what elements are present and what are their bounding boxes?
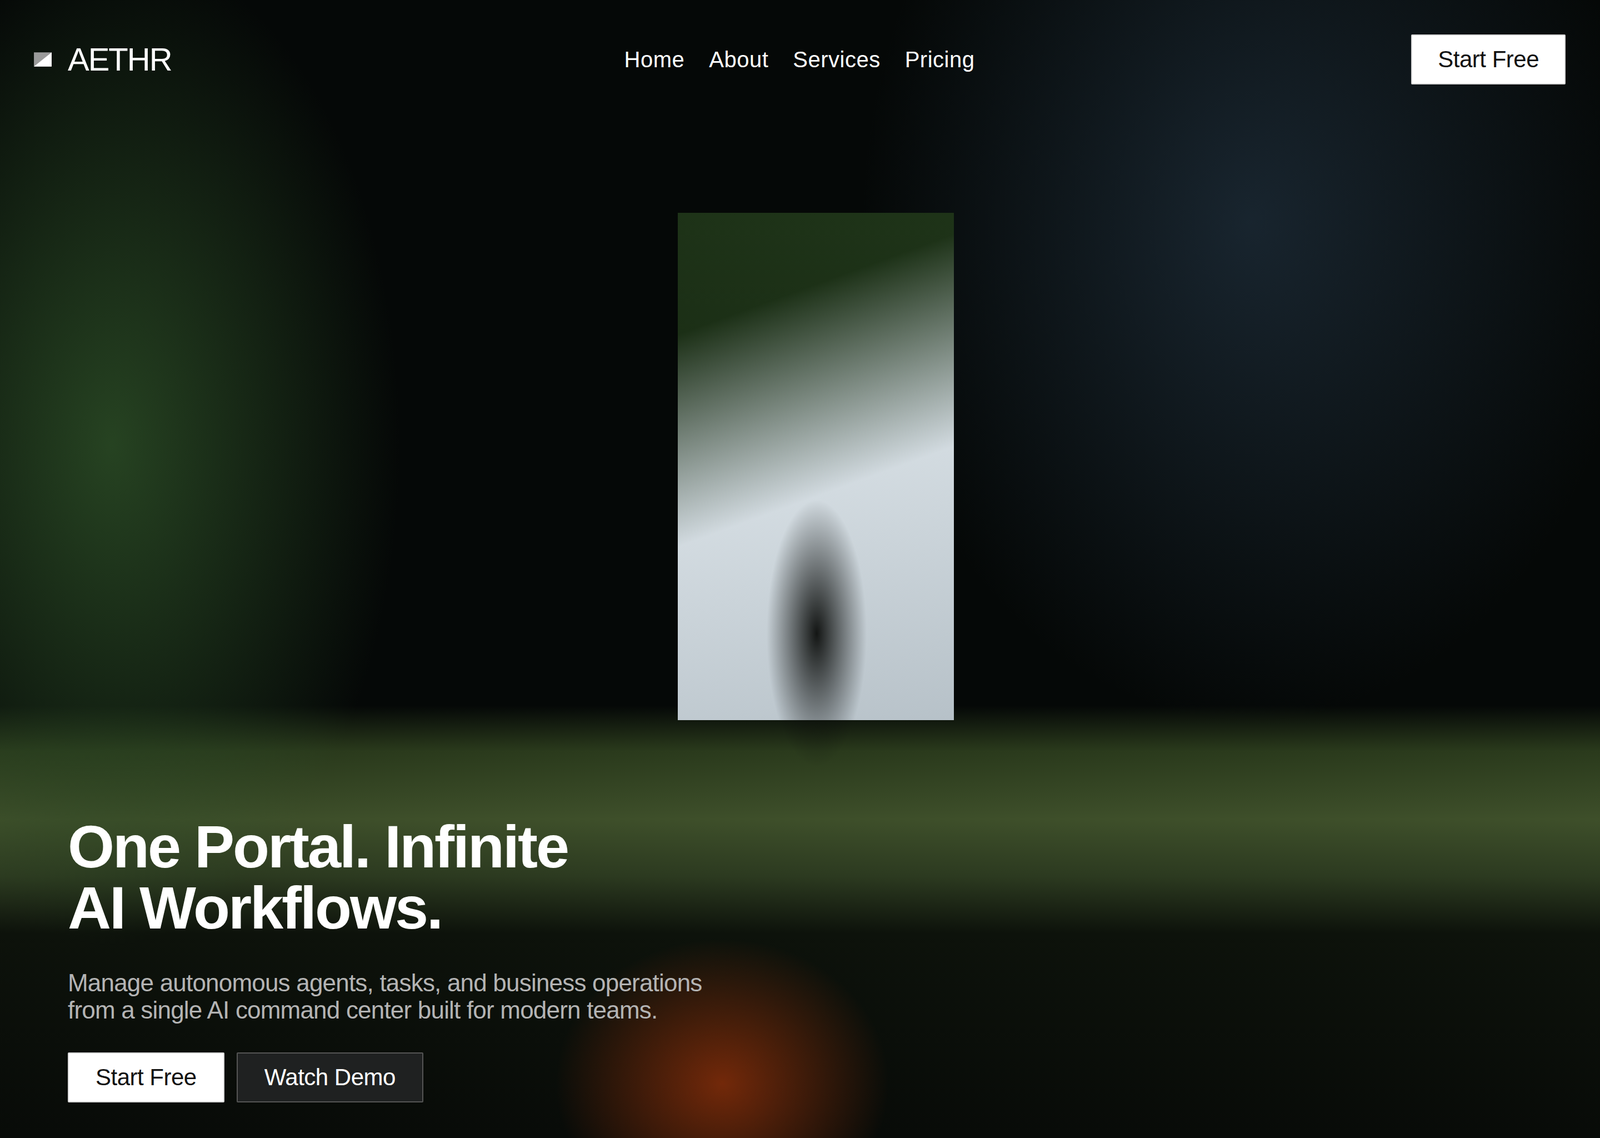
hero-subtitle-line: Manage autonomous agents, tasks, and bus…	[67, 969, 1566, 997]
nav-item[interactable]: About	[708, 47, 769, 73]
hero-subtitle-line: from a single AI command center built fo…	[67, 996, 1566, 1024]
watch-demo-button[interactable]: Watch Demo	[236, 1052, 424, 1103]
landing-page: AETHRHomeAboutServicesPricingStart FreeO…	[0, 0, 1600, 1138]
header-actions: Start Free	[974, 34, 1566, 85]
hero-image	[0, 0, 1600, 1138]
hero-title-line: One Portal. Infinite	[67, 816, 1566, 878]
hero-subtitle: Manage autonomous agents, tasks, and bus…	[67, 969, 1566, 1024]
brand-logo[interactable]: AETHR	[33, 41, 625, 78]
hero-title-line: AI Workflows.	[67, 877, 1566, 939]
start-free-button[interactable]: Start Free	[67, 1052, 225, 1103]
hero-title: One Portal. InfiniteAI Workflows.	[67, 816, 1566, 939]
logo-icon	[33, 50, 53, 69]
hero-actions: Start FreeWatch Demo	[67, 1052, 1566, 1103]
site-header: AETHR Home About Services Pricing Start Free	[0, 0, 1600, 85]
nav-item[interactable]: Pricing	[905, 47, 975, 73]
brand-name: AETHR	[67, 41, 172, 78]
nav-item[interactable]: Services	[792, 47, 880, 73]
header-start-button[interactable]: Start Free	[1411, 34, 1566, 85]
nav-item[interactable]: Home	[624, 47, 685, 73]
hero-content: One Portal. InfiniteAI Workflows. Manage …	[0, 816, 1600, 1138]
main-nav: Home About Services Pricing	[624, 47, 975, 73]
